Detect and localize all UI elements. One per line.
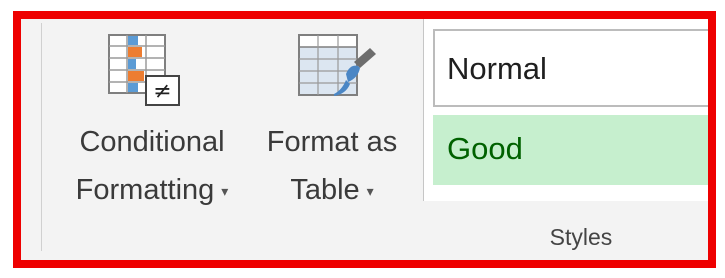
format-as-table-icon xyxy=(298,34,376,96)
group-separator xyxy=(41,23,42,251)
conditional-formatting-label-line1: Conditional xyxy=(79,126,225,158)
conditional-formatting-icon: ≠ xyxy=(108,34,180,106)
group-label-styles: Styles xyxy=(549,224,613,250)
format-as-table-label-line2: Table ▾ xyxy=(290,174,374,206)
chevron-down-icon: ▾ xyxy=(221,183,229,200)
ribbon-home-styles-group: Conditional Formatting ▾ ≠ Format as Tabl… xyxy=(21,19,708,260)
style-normal-button[interactable]: Normal xyxy=(433,29,708,107)
svg-text:≠: ≠ xyxy=(153,79,171,104)
format-as-table-label-line1: Format as xyxy=(266,126,398,158)
style-good-button[interactable]: Good xyxy=(433,115,708,185)
cell-styles-gallery: Normal Good xyxy=(423,19,708,201)
style-normal-label: Normal xyxy=(447,51,547,86)
style-good-label: Good xyxy=(447,131,523,166)
chevron-down-icon: ▾ xyxy=(366,183,374,200)
conditional-formatting-label-line2: Formatting ▾ xyxy=(75,174,229,206)
